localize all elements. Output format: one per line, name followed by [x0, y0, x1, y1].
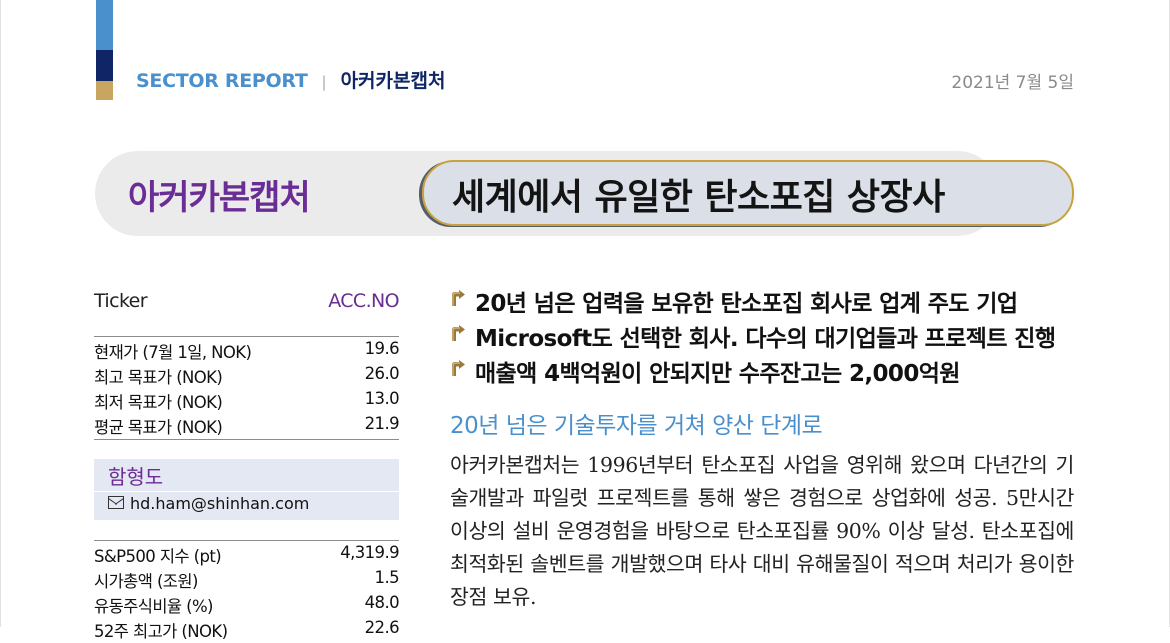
analyst-email-text: hd.ham@shinhan.com — [130, 494, 310, 513]
key-point-text: 매출액 4백억원이 안되지만 수주잔고는 2,000억원 — [475, 361, 960, 387]
table-row: 최고 목표가 (NOK) 26.0 — [94, 364, 400, 389]
analyst-name: 함형도 — [108, 465, 164, 489]
row-value: 1.5 — [374, 568, 400, 587]
table-row: S&P500 지수 (pt) 4,319.9 — [94, 543, 400, 568]
table-rule — [94, 439, 399, 440]
table-row: 시가총액 (조원) 1.5 — [94, 568, 400, 593]
row-value: 48.0 — [364, 593, 400, 612]
report-type-label: SECTOR REPORT — [136, 70, 308, 92]
row-label: 평균 목표가 (NOK) — [94, 418, 223, 437]
report-date: 2021년 7월 5일 — [951, 73, 1074, 93]
row-value: 19.6 — [364, 339, 400, 358]
table-row: 평균 목표가 (NOK) 21.9 — [94, 414, 400, 439]
row-label: S&P500 지수 (pt) — [94, 547, 222, 566]
table-row: 최저 목표가 (NOK) 13.0 — [94, 389, 400, 414]
table-rule — [94, 336, 399, 337]
row-value: 22.6 — [364, 618, 400, 637]
banner-company-name: 아커카본캡처 — [128, 178, 311, 218]
ticker-label: Ticker — [94, 290, 148, 312]
key-point: 매출액 4백억원이 안되지만 수주잔고는 2,000억원 — [450, 354, 1090, 389]
section-title: 20년 넘은 기술투자를 거쳐 양산 단계로 — [450, 413, 823, 439]
row-label: 현재가 (7월 1일, NOK) — [94, 343, 252, 362]
row-label: 유동주식비율 (%) — [94, 597, 213, 616]
row-value: 13.0 — [364, 389, 400, 408]
report-headline: 세계에서 유일한 탄소포집 상장사 — [452, 177, 945, 218]
analyst-box: 함형도 hd.ham@shinhan.com — [94, 459, 399, 520]
arrow-bullet-icon — [452, 325, 465, 341]
header-company: 아커카본캡처 — [340, 70, 446, 92]
key-point: 20년 넘은 업력을 보유한 탄소포집 회사로 업계 주도 기업 — [450, 284, 1090, 319]
key-point-text: 20년 넘은 업력을 보유한 탄소포집 회사로 업계 주도 기업 — [475, 291, 1018, 317]
color-strip-blue — [96, 0, 113, 50]
table-rule — [94, 540, 399, 541]
color-strip-gold — [96, 81, 113, 100]
arrow-bullet-icon — [452, 290, 465, 306]
price-table: 현재가 (7월 1일, NOK) 19.6 최고 목표가 (NOK) 26.0 … — [94, 339, 400, 439]
ticker-value: ACC.NO — [328, 290, 399, 312]
table-row: 현재가 (7월 1일, NOK) 19.6 — [94, 339, 400, 364]
envelope-icon — [108, 496, 124, 509]
body-paragraph: 아커카본캡처는 1996년부터 탄소포집 사업을 영위해 왔으며 다년간의 기술… — [450, 453, 1074, 609]
arrow-bullet-icon — [452, 360, 465, 376]
analyst-email[interactable]: hd.ham@shinhan.com — [108, 494, 309, 513]
key-point: Microsoft도 선택한 회사. 다수의 대기업들과 프로젝트 진행 — [450, 319, 1090, 354]
row-value: 21.9 — [364, 414, 400, 433]
key-point-text: Microsoft도 선택한 회사. 다수의 대기업들과 프로젝트 진행 — [475, 326, 1056, 352]
row-value: 26.0 — [364, 364, 400, 383]
analyst-divider — [94, 491, 399, 492]
row-label: 최고 목표가 (NOK) — [94, 368, 223, 387]
market-table: S&P500 지수 (pt) 4,319.9 시가총액 (조원) 1.5 유동주… — [94, 543, 400, 643]
ticker-row: Ticker ACC.NO — [94, 290, 400, 320]
key-points: 20년 넘은 업력을 보유한 탄소포집 회사로 업계 주도 기업 Microso… — [450, 284, 1090, 389]
row-label: 시가총액 (조원) — [94, 572, 198, 591]
table-row: 52주 최고가 (NOK) 22.6 — [94, 618, 400, 643]
row-label: 52주 최고가 (NOK) — [94, 622, 228, 641]
header-separator: | — [321, 73, 327, 91]
row-label: 최저 목표가 (NOK) — [94, 393, 223, 412]
report-header: SECTOR REPORT | 아커카본캡처 — [136, 66, 445, 93]
table-row: 유동주식비율 (%) 48.0 — [94, 593, 400, 618]
color-strip-navy — [96, 50, 113, 81]
row-value: 4,319.9 — [340, 543, 399, 562]
